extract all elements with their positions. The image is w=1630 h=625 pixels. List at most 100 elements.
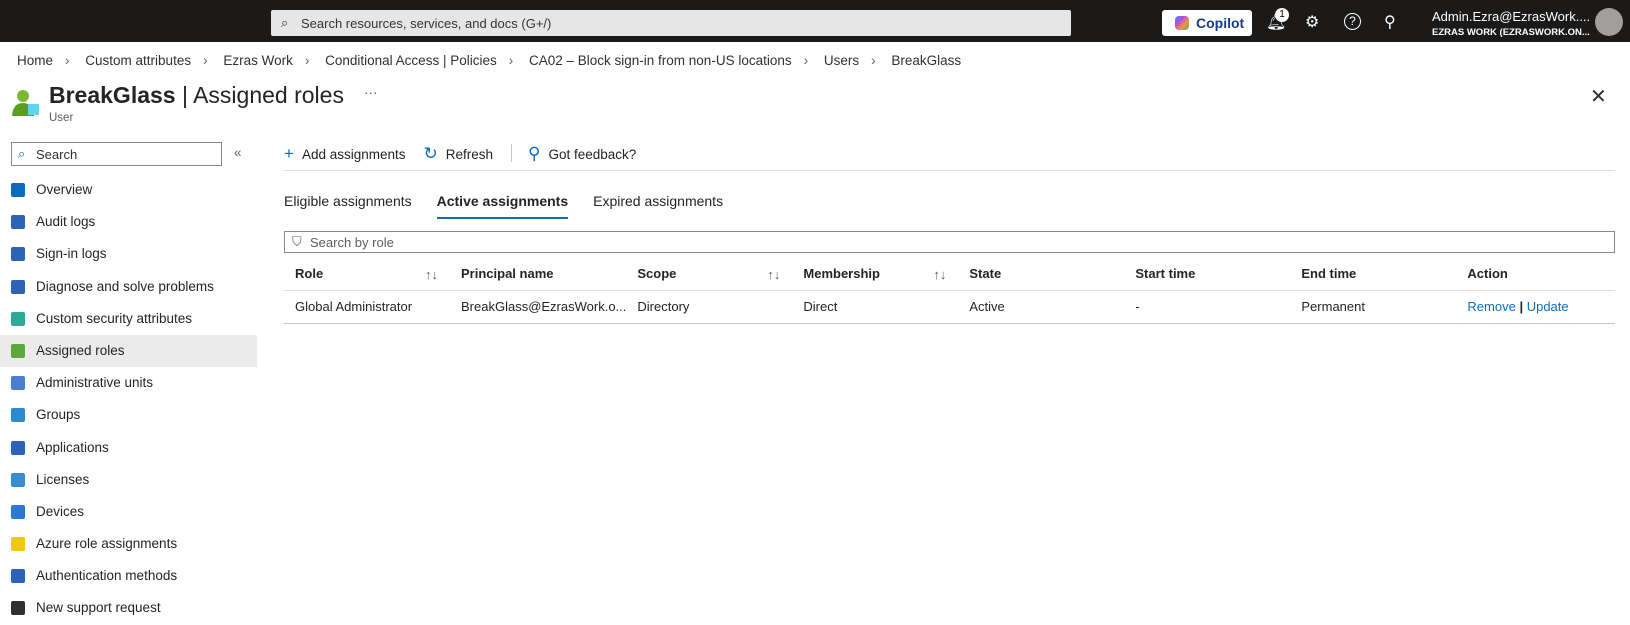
sidebar-item-licenses[interactable]: Licenses (0, 464, 257, 496)
key-icon (11, 537, 25, 552)
sidebar-nav: Overview Audit logs Sign-in logs Diagnose a… (0, 174, 257, 625)
settings-gear-icon[interactable]: ⚙ (1305, 12, 1319, 32)
tab-expired[interactable]: Expired assignments (593, 193, 723, 219)
sidebar-item-diagnose-and-solve-problems[interactable]: Diagnose and solve problems (0, 271, 257, 303)
refresh-button[interactable]: ↻ Refresh (424, 144, 494, 164)
sidebar-item-label: Azure role assignments (36, 536, 178, 552)
breadcrumb-ca02[interactable]: CA02 – Block sign-in from non-US locatio… (529, 53, 792, 68)
sidebar-item-administrative-units[interactable]: Administrative units (0, 367, 257, 399)
audit-log-icon (11, 215, 25, 230)
toolbar: + Add assignments ↻ Refresh ⚲ Got feedback? (284, 144, 654, 164)
column-principal: Principal name (450, 258, 627, 291)
breadcrumb-custom-attributes[interactable]: Custom attributes (85, 53, 191, 68)
cell-action: Remove | Update (1456, 290, 1615, 324)
close-icon[interactable]: ✕ (1590, 84, 1607, 109)
assignments-table: Role ↑↓ Principal name Scope ↑↓ Membership… (284, 258, 1615, 324)
divider (284, 170, 1615, 171)
sidebar-item-overview[interactable]: Overview (0, 174, 257, 206)
breadcrumb-users[interactable]: Users (824, 53, 859, 68)
column-scope[interactable]: Scope ↑↓ (626, 258, 793, 291)
licenses-icon (11, 472, 25, 487)
sidebar-item-audit-logs[interactable]: Audit logs (0, 206, 257, 238)
update-link[interactable]: Update (1527, 299, 1569, 314)
tab-active[interactable]: Active assignments (436, 193, 569, 219)
feedback-button[interactable]: ⚲ Got feedback? (528, 144, 636, 164)
sign-in-icon (11, 247, 25, 262)
more-options-button[interactable]: ··· (364, 85, 378, 100)
column-end-time: End time (1290, 258, 1457, 291)
remove-link[interactable]: Remove (1467, 299, 1515, 314)
shield-icon (11, 569, 25, 584)
user-icon (11, 183, 25, 197)
tab-eligible[interactable]: Eligible assignments (284, 193, 412, 219)
sidebar-item-label: Groups (36, 407, 81, 423)
sidebar-item-custom-security-attributes[interactable]: Custom security attributes (0, 303, 257, 335)
sidebar-item-label: Authentication methods (36, 568, 178, 584)
search-icon: ⌕ (18, 146, 26, 161)
sidebar-item-label: Devices (36, 503, 85, 519)
plus-icon: + (284, 144, 294, 163)
collapse-sidebar-icon[interactable]: « (234, 145, 242, 160)
sidebar-item-label: New support request (36, 600, 161, 616)
sidebar-item-applications[interactable]: Applications (0, 432, 257, 464)
breadcrumb-ca-policies[interactable]: Conditional Access | Policies (325, 53, 497, 68)
feedback-icon[interactable]: ⚲ (1384, 12, 1396, 32)
devices-icon (11, 504, 25, 519)
breadcrumb: Home › Custom attributes › Ezras Work › Con… (17, 53, 962, 68)
copilot-icon (1175, 16, 1189, 30)
breadcrumb-breakglass[interactable]: BreakGlass (891, 53, 961, 68)
notification-badge: 1 (1275, 8, 1289, 22)
page-title: BreakGlass | Assigned roles (49, 82, 344, 108)
sidebar-search-input[interactable]: ⌕ Search (11, 142, 222, 166)
user-role-icon (12, 90, 39, 116)
sidebar-item-groups[interactable]: Groups (0, 399, 257, 431)
sidebar-item-authentication-methods[interactable]: Authentication methods (0, 560, 257, 592)
role-search-input[interactable]: ⛉ Search by role (284, 231, 1615, 253)
cell-principal: BreakGlass@EzrasWork.o... (450, 290, 627, 324)
groups-icon (11, 408, 25, 423)
sidebar-item-label: Sign-in logs (36, 246, 107, 262)
cell-role: Global Administrator (284, 290, 450, 324)
help-icon[interactable]: ? (1344, 13, 1361, 30)
feedback-icon: ⚲ (528, 144, 541, 163)
attributes-icon (11, 311, 25, 326)
sidebar-item-label: Overview (36, 182, 93, 197)
tab-bar: Eligible assignments Active assignments … (284, 193, 748, 219)
top-bar: ⌕ Search resources, services, and docs (G… (0, 0, 1630, 42)
sidebar-item-devices[interactable]: Devices (0, 496, 257, 528)
copilot-button[interactable]: Copilot (1162, 10, 1252, 36)
support-icon (11, 601, 25, 616)
account-menu[interactable]: Admin.Ezra@EzrasWork.... EZRAS WORK (EZRA… (1432, 9, 1590, 38)
table-header: Role ↑↓ Principal name Scope ↑↓ Membership… (284, 258, 1615, 291)
column-state: State (958, 258, 1125, 291)
column-role[interactable]: Role ↑↓ (284, 258, 450, 291)
global-search-input[interactable]: ⌕ Search resources, services, and docs (G… (271, 10, 1071, 36)
column-start-time: Start time (1124, 258, 1291, 291)
cell-membership: Direct (792, 290, 959, 324)
sidebar-item-new-support-request[interactable]: New support request (0, 592, 257, 624)
table-row: Global Administrator BreakGlass@EzrasWor… (284, 290, 1615, 324)
filter-icon: ⛉ (292, 234, 302, 249)
sidebar-item-label: Applications (36, 439, 109, 455)
add-assignments-button[interactable]: + Add assignments (284, 144, 406, 164)
column-membership[interactable]: Membership ↑↓ (792, 258, 959, 291)
sidebar-item-label: Diagnose and solve problems (36, 278, 214, 294)
breadcrumb-ezras-work[interactable]: Ezras Work (223, 53, 293, 68)
sidebar-item-assigned-roles[interactable]: Assigned roles (0, 334, 257, 368)
sidebar-item-label: Administrative units (36, 375, 154, 391)
sidebar-item-azure-role-assignments[interactable]: Azure role assignments (0, 528, 257, 560)
applications-icon (11, 440, 25, 455)
sort-icon: ↑↓ (767, 267, 781, 282)
sidebar-item-sign-in-logs[interactable]: Sign-in logs (0, 238, 257, 270)
sidebar-item-label: Licenses (36, 471, 90, 487)
sidebar-item-label: Audit logs (36, 214, 96, 230)
cell-end-time: Permanent (1290, 290, 1457, 324)
divider (511, 144, 513, 162)
breadcrumb-home[interactable]: Home (17, 53, 53, 68)
cell-start-time: - (1124, 290, 1291, 324)
sort-icon: ↑↓ (933, 267, 947, 282)
refresh-icon: ↻ (423, 144, 438, 163)
wrench-icon (11, 279, 25, 294)
avatar[interactable] (1595, 8, 1623, 36)
sidebar-item-label: Custom security attributes (36, 310, 193, 326)
